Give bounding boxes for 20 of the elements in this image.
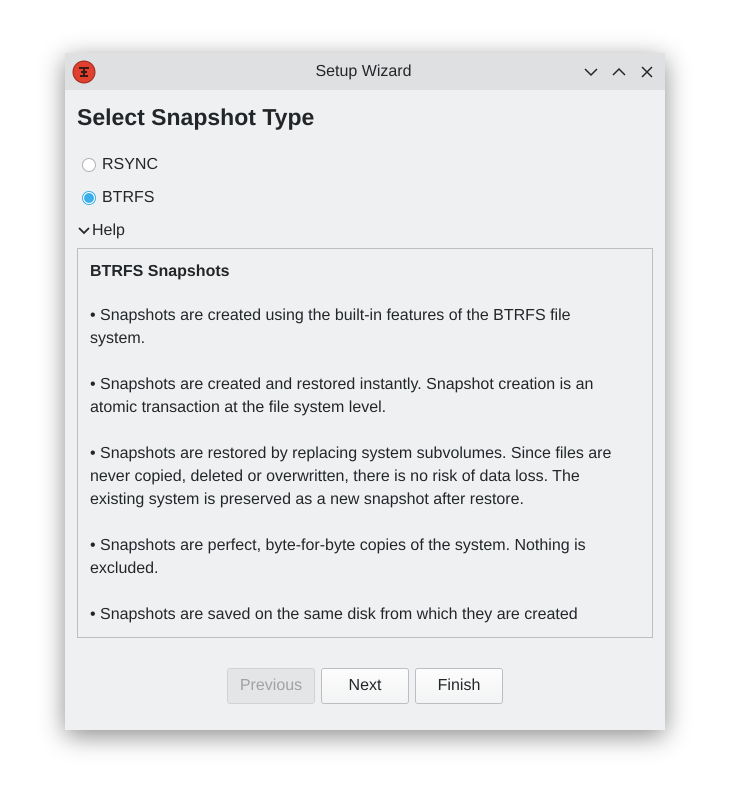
close-icon[interactable]: [639, 64, 655, 80]
help-paragraph: • Snapshots are restored by replacing system subvolumes. Since files are never copied, deleted or overwritten, there is no risk of data loss. The existing system is preserved as a new snapshot after restore.: [90, 444, 612, 510]
help-paragraph: • Snapshots are perfect, byte-for-byte copies of the system. Nothing is excluded.: [90, 536, 587, 579]
help-paragraph: • Snapshots are saved on the same disk from which they are created: [90, 605, 579, 625]
help-title: BTRFS Snapshots: [90, 263, 231, 281]
option-label[interactable]: RSYNC: [102, 156, 158, 174]
help-paragraph: • Snapshots are created and restored instantly. Snapshot creation is an atomic transaction at the file system level.: [90, 375, 594, 418]
radio-option[interactable]: RSYNC: [82, 155, 653, 175]
window-title: Setup Wizard: [315, 62, 412, 80]
wizard-button[interactable]: Next: [321, 668, 409, 704]
help-toggle[interactable]: Help: [77, 222, 125, 240]
option-label[interactable]: BTRFS: [102, 189, 154, 207]
radio-option[interactable]: BTRFS: [82, 188, 653, 208]
wizard-button[interactable]: Finish: [415, 668, 503, 704]
help-paragraph: • Snapshots are created using the built-in features of the BTRFS file system.: [90, 306, 572, 349]
radio-button[interactable]: [82, 191, 96, 205]
app-icon: [72, 60, 96, 84]
radio-button[interactable]: [82, 158, 96, 172]
chevron-icon: [77, 225, 91, 237]
page-heading: Select Snapshot Type: [77, 104, 316, 131]
